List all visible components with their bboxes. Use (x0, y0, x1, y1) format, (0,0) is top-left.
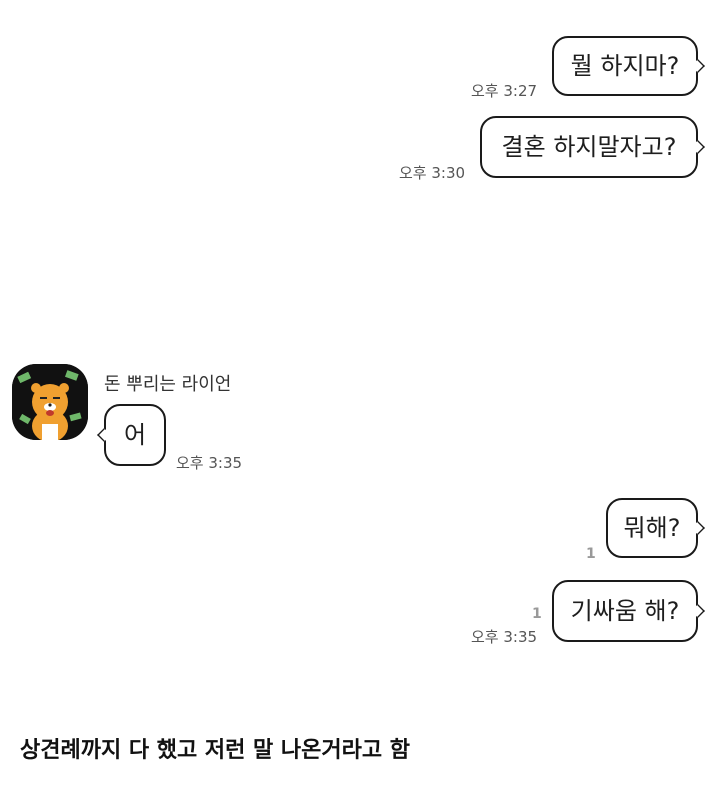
message-text: 기싸움 해? (570, 597, 680, 625)
message-time: 오후 3:35 (176, 454, 243, 472)
message-bubble[interactable]: 뭐해? (606, 498, 698, 558)
message-text: 결혼 하지말자고? (501, 133, 677, 161)
message-text: 어 (123, 421, 147, 449)
message-time: 오후 3:27 (471, 82, 538, 100)
message-bubble[interactable]: 뭘 하지마? (552, 36, 698, 96)
message-bubble[interactable]: 기싸움 해? (552, 580, 698, 642)
chat-area: 뭘 하지마? 오후 3:27 결혼 하지말자고? 오후 3:30 돈 뿌리는 라… (0, 0, 714, 660)
sender-name: 돈 뿌리는 라이언 (104, 374, 232, 395)
message-text: 뭐해? (623, 514, 681, 542)
ryan-character-icon (12, 364, 88, 440)
caption-text: 상견례까지 다 했고 저런 말 나온거라고 함 (20, 738, 411, 763)
message-time: 오후 3:35 (471, 628, 538, 646)
unread-count: 1 (586, 546, 596, 562)
message-time: 오후 3:30 (399, 164, 466, 182)
unread-count: 1 (532, 606, 542, 622)
avatar[interactable] (12, 364, 88, 440)
message-bubble[interactable]: 어 (104, 404, 166, 466)
message-text: 뭘 하지마? (570, 52, 680, 80)
message-bubble[interactable]: 결혼 하지말자고? (480, 116, 698, 178)
